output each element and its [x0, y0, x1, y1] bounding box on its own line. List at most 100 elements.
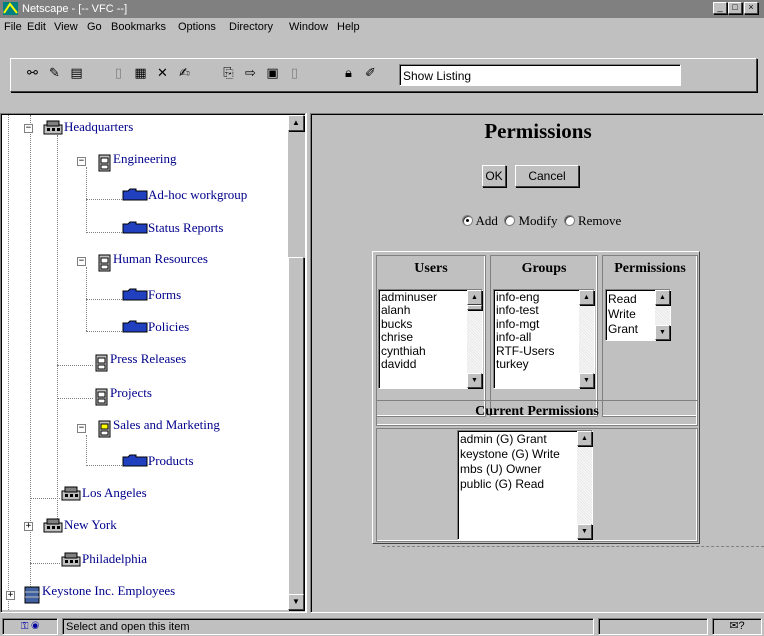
permissions-scrollbar[interactable]: ▲ ▼: [655, 290, 670, 340]
folder-icon: [122, 319, 148, 333]
directory-tree: − Headquarters − Engineering Ad-hoc work…: [2, 115, 288, 610]
menu-go[interactable]: Go: [87, 21, 102, 33]
menu-view[interactable]: View: [54, 21, 78, 33]
current-permission-item[interactable]: admin (G) Grant: [458, 432, 592, 447]
permissions-listbox[interactable]: Read Write Grant ▲ ▼: [605, 289, 671, 341]
collapse-icon[interactable]: −: [77, 424, 86, 433]
title-bar: Netscape - [-- VFC --] _ □ ×: [0, 0, 764, 18]
divider: [382, 546, 764, 547]
lock-icon[interactable]: 🔒︎: [337, 63, 360, 87]
tree-scrollbar[interactable]: ▲ ▼: [288, 115, 304, 610]
menu-directory[interactable]: Directory: [229, 21, 273, 33]
tree-item-label: Sales and Marketing: [113, 417, 220, 432]
copy-icon[interactable]: ⎘: [217, 63, 240, 87]
tree-item-label: Forms: [148, 287, 182, 302]
blank-page-icon[interactable]: ▯: [283, 63, 306, 87]
tree-item-status-reports[interactable]: Status Reports: [122, 220, 223, 236]
document-icon[interactable]: ▤: [65, 63, 88, 87]
current-permissions-scrollbar[interactable]: ▲ ▼: [577, 431, 592, 539]
tree-item-headquarters[interactable]: − Headquarters: [24, 119, 133, 135]
move-icon[interactable]: ⇨: [239, 63, 262, 87]
new-page-icon[interactable]: ▯: [107, 63, 130, 87]
modify-radio[interactable]: [504, 215, 516, 226]
scroll-thumb[interactable]: [467, 305, 482, 310]
ok-button[interactable]: OK: [482, 165, 506, 187]
checkin-icon[interactable]: ✐: [359, 63, 382, 87]
menu-edit[interactable]: Edit: [27, 21, 46, 33]
edit-page-icon[interactable]: ✎: [43, 63, 66, 87]
users-listbox[interactable]: adminuser alanh bucks chrise cynthiah davidd …: [378, 289, 483, 389]
expand-icon[interactable]: +: [6, 591, 15, 600]
scroll-down-icon[interactable]: ▼: [577, 524, 592, 539]
expand-icon[interactable]: +: [24, 522, 33, 531]
maximize-button[interactable]: □: [728, 2, 742, 14]
groups-listbox[interactable]: info-eng info-test info-mgt info-all RTF-Use…: [493, 289, 595, 389]
scroll-down-icon[interactable]: ▼: [655, 325, 670, 340]
scroll-up-icon[interactable]: ▲: [579, 290, 594, 305]
properties-icon[interactable]: ▦: [129, 63, 152, 87]
minimize-button[interactable]: _: [713, 2, 727, 14]
tree-item-label: Philadelphia: [82, 551, 147, 566]
scroll-down-icon[interactable]: ▼: [579, 373, 594, 388]
groups-scrollbar[interactable]: ▲ ▼: [579, 290, 594, 388]
binoculars-icon[interactable]: ⚯: [21, 63, 44, 87]
page-title: Permissions: [484, 119, 592, 143]
menu-bookmarks[interactable]: Bookmarks: [111, 21, 166, 33]
remove-radio-label: Remove: [577, 213, 622, 228]
tree-item-engineering[interactable]: − Engineering: [77, 151, 177, 173]
tree-item-los-angeles[interactable]: Los Angeles: [60, 485, 147, 501]
scroll-up-icon[interactable]: ▲: [467, 290, 482, 305]
delete-icon[interactable]: ✕: [151, 63, 174, 87]
scroll-up-icon[interactable]: ▲: [577, 431, 592, 446]
add-radio[interactable]: [462, 215, 473, 226]
menu-window[interactable]: Window: [289, 21, 328, 33]
tree-item-projects[interactable]: Projects: [94, 385, 152, 407]
menu-options[interactable]: Options: [178, 21, 216, 33]
tree-item-products[interactable]: Products: [122, 453, 194, 469]
status-text-field: Select and open this item: [62, 618, 594, 635]
current-permission-item[interactable]: keystone (G) Write: [458, 447, 592, 462]
modify-radio-label: Modify: [518, 213, 558, 228]
building-icon: [60, 485, 82, 501]
mail-icon[interactable]: ✉?: [712, 618, 762, 635]
tree-item-policies[interactable]: Policies: [122, 319, 189, 335]
groups-header: Groups: [521, 261, 567, 276]
tree-item-ad-hoc-workgroup[interactable]: Ad-hoc workgroup: [122, 187, 247, 203]
tree-item-sales-and-marketing[interactable]: − Sales and Marketing: [77, 417, 220, 439]
tree-item-press-releases[interactable]: Press Releases: [94, 351, 186, 373]
folder-icon: [122, 453, 148, 467]
remove-radio[interactable]: [563, 215, 575, 226]
tree-item-forms[interactable]: Forms: [122, 287, 181, 303]
current-permissions-listbox[interactable]: admin (G) Grant keystone (G) Write mbs (U)…: [457, 430, 593, 540]
scroll-up-icon[interactable]: ▲: [655, 290, 670, 305]
collapse-icon[interactable]: −: [77, 257, 86, 266]
cancel-button[interactable]: Cancel: [515, 165, 579, 187]
current-permission-item[interactable]: mbs (U) Owner: [458, 462, 592, 477]
folder-icon: [122, 287, 148, 301]
tree-item-human-resources[interactable]: − Human Resources: [77, 251, 208, 273]
status-bar: ⚿ ◉ Select and open this item ✉?: [0, 616, 764, 636]
tree-item-philadelphia[interactable]: Philadelphia: [60, 551, 147, 567]
scroll-down-icon[interactable]: ▼: [288, 594, 304, 610]
collapse-icon[interactable]: −: [24, 124, 33, 133]
users-scrollbar[interactable]: ▲ ▼: [467, 290, 482, 388]
scroll-up-icon[interactable]: ▲: [288, 115, 304, 131]
paste-icon[interactable]: ▣: [261, 63, 284, 87]
cabinet-icon: [97, 417, 113, 439]
annotate-icon[interactable]: ✍: [173, 63, 196, 87]
collapse-icon[interactable]: −: [77, 157, 86, 166]
scroll-down-icon[interactable]: ▼: [467, 373, 482, 388]
location-field[interactable]: Show Listing: [399, 64, 681, 86]
security-key-icon: ⚿ ◉: [2, 618, 58, 635]
tree-item-label: Keystone Inc. Employees: [42, 583, 176, 598]
tree-item-new-york[interactable]: + New York: [24, 517, 117, 533]
menu-file[interactable]: File: [4, 21, 22, 33]
current-permission-item[interactable]: public (G) Read: [458, 477, 592, 492]
tree-item-label: Human Resources: [113, 251, 208, 266]
close-button[interactable]: ×: [744, 2, 758, 14]
scroll-thumb[interactable]: [288, 257, 304, 597]
tree-item-keystone-employees[interactable]: + Keystone Inc. Employees: [2, 583, 175, 605]
add-radio-label: Add: [475, 213, 498, 228]
menu-help[interactable]: Help: [337, 21, 360, 33]
tree-item-label: Status Reports: [148, 220, 224, 235]
